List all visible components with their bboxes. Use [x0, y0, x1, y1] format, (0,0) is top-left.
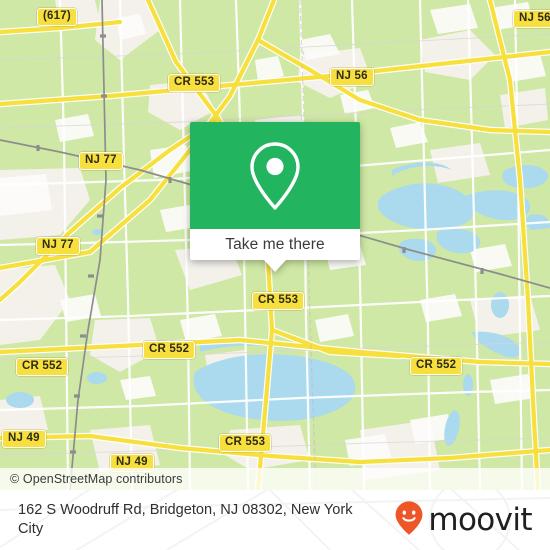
map-viewport[interactable]: (617) CR 553 NJ 56 NJ 56 NJ 77 NJ 77 CR … [0, 0, 550, 490]
footer-bar: 162 S Woodruff Rd, Bridgeton, NJ 08302, … [0, 490, 550, 550]
road-shield-nj77-b[interactable]: NJ 77 [36, 237, 80, 255]
road-shield-nj56-a[interactable]: NJ 56 [330, 68, 374, 86]
map-screen: (617) CR 553 NJ 56 NJ 56 NJ 77 NJ 77 CR … [0, 0, 550, 550]
map-attribution[interactable]: © OpenStreetMap contributors [0, 468, 550, 490]
popup-header [190, 122, 360, 229]
take-me-there-button[interactable]: Take me there [190, 229, 360, 260]
attribution-text: © OpenStreetMap contributors [10, 472, 183, 486]
road-shield-cr553-b[interactable]: CR 553 [252, 292, 305, 310]
take-me-there-label: Take me there [225, 235, 325, 253]
moovit-wordmark: moovit [428, 501, 532, 538]
road-shield-cr552-a[interactable]: CR 552 [143, 341, 196, 359]
road-shield-cr552-b[interactable]: CR 552 [16, 358, 69, 376]
moovit-logo[interactable]: moovit [394, 500, 538, 541]
road-shield-nj77-a[interactable]: NJ 77 [79, 152, 123, 170]
road-shield-cr553-c[interactable]: CR 553 [219, 434, 272, 452]
road-shield-cr552-c[interactable]: CR 552 [410, 357, 463, 375]
road-shield-cr553-a[interactable]: CR 553 [168, 74, 221, 92]
moovit-pin-icon [394, 500, 424, 541]
popup-tail [264, 260, 286, 272]
road-shield-nj49-a[interactable]: NJ 49 [2, 430, 46, 448]
address-text: 162 S Woodruff Rd, Bridgeton, NJ 08302, … [18, 502, 353, 537]
location-popup[interactable]: Take me there [190, 122, 360, 272]
road-shield-617-a[interactable]: (617) [37, 8, 77, 26]
location-pin-icon [246, 140, 304, 212]
road-shield-nj56-b[interactable]: NJ 56 [513, 10, 550, 28]
